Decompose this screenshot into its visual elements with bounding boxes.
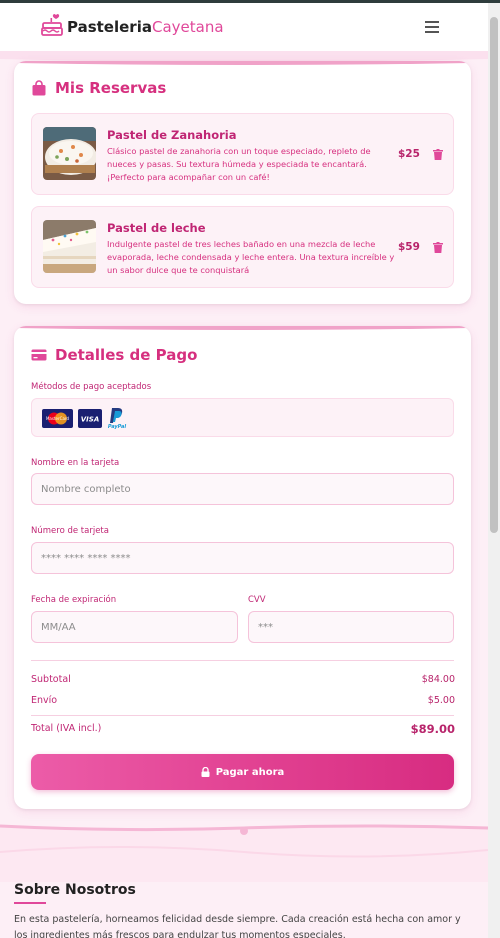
mastercard-logo-text: MasterCard xyxy=(46,416,69,421)
total-value: $89.00 xyxy=(410,722,455,736)
total-label: Total (IVA incl.) xyxy=(31,723,102,734)
milk-cake-image xyxy=(43,220,96,273)
cvv-input[interactable]: *** xyxy=(248,611,454,643)
expiry-placeholder: MM/AA xyxy=(41,621,76,633)
card-number-input[interactable]: **** **** **** **** xyxy=(31,542,454,574)
cvv-label: CVV xyxy=(248,595,266,605)
lock-icon xyxy=(201,767,210,777)
shopping-bag-icon xyxy=(32,80,46,96)
paypal-icon: PayPal xyxy=(108,408,127,430)
about-title: Sobre Nosotros xyxy=(14,882,136,898)
cvv-placeholder: *** xyxy=(258,621,273,633)
pay-now-button[interactable]: Pagar ahora xyxy=(31,754,454,790)
page-scrollbar[interactable] xyxy=(488,3,500,938)
visa-icon: VISA xyxy=(78,409,102,428)
paypal-logo-text: PayPal xyxy=(108,424,127,430)
brand-name[interactable]: PasteleriaCayetana xyxy=(67,18,224,36)
payment-card: Detalles de Pago Métodos de pago aceptad… xyxy=(14,326,471,809)
cake-icon[interactable] xyxy=(40,13,64,37)
brand-bold: Pasteleria xyxy=(67,18,152,36)
subtotal-label: Subtotal xyxy=(31,674,71,685)
trash-icon[interactable] xyxy=(433,242,443,253)
pay-now-label: Pagar ahora xyxy=(215,766,285,778)
item-price: $25 xyxy=(398,148,420,160)
expiry-input[interactable]: MM/AA xyxy=(31,611,238,643)
reservations-title-text: Mis Reservas xyxy=(55,79,167,97)
subtotal-value: $84.00 xyxy=(421,674,455,685)
card-name-input[interactable]: Nombre completo xyxy=(31,473,454,505)
card-accent-wave xyxy=(14,326,471,330)
total-divider xyxy=(31,715,454,716)
hamburger-menu-icon[interactable] xyxy=(425,21,439,33)
card-name-label: Nombre en la tarjeta xyxy=(31,458,120,468)
item-price: $59 xyxy=(398,241,420,253)
summary-divider xyxy=(31,660,454,661)
card-number-placeholder: **** **** **** **** xyxy=(41,552,131,564)
shipping-label: Envío xyxy=(31,695,58,706)
brand-light: Cayetana xyxy=(151,18,224,36)
card-name-placeholder: Nombre completo xyxy=(41,483,131,495)
mastercard-icon: MasterCard xyxy=(42,409,73,428)
expiry-label: Fecha de expiración xyxy=(31,595,117,605)
reservations-title: Mis Reservas xyxy=(31,79,166,97)
about-title-underline xyxy=(14,902,46,904)
scrollbar-thumb[interactable] xyxy=(490,17,498,533)
payment-title-text: Detalles de Pago xyxy=(55,346,198,364)
reservations-card: Mis Reservas Pastel de Zanahoria Clásico… xyxy=(14,61,471,304)
item-description: Indulgente pastel de tres leches bañado … xyxy=(107,239,395,275)
payment-methods-box: MasterCard VISA PayPal xyxy=(31,398,454,437)
trash-icon[interactable] xyxy=(433,149,443,160)
footer-wave-decoration xyxy=(0,824,488,882)
credit-card-icon xyxy=(31,349,47,361)
shipping-value: $5.00 xyxy=(427,695,455,706)
item-name: Pastel de Zanahoria xyxy=(107,128,237,142)
payment-title: Detalles de Pago xyxy=(31,346,197,364)
card-accent-wave xyxy=(14,61,471,65)
about-text: En esta pastelería, horneamos felicidad … xyxy=(14,914,461,938)
visa-logo-text: VISA xyxy=(81,416,99,424)
payment-methods-label: Métodos de pago aceptados xyxy=(31,382,152,392)
list-item: Pastel de Zanahoria Clásico pastel de za… xyxy=(31,113,454,195)
carrot-cake-image xyxy=(43,127,96,180)
item-name: Pastel de leche xyxy=(107,221,206,235)
item-description: Clásico pastel de zanahoria con un toque… xyxy=(107,146,371,182)
site-header: PasteleriaCayetana xyxy=(0,3,488,51)
list-item: Pastel de leche Indulgente pastel de tre… xyxy=(31,206,454,288)
card-number-label: Número de tarjeta xyxy=(31,526,109,536)
